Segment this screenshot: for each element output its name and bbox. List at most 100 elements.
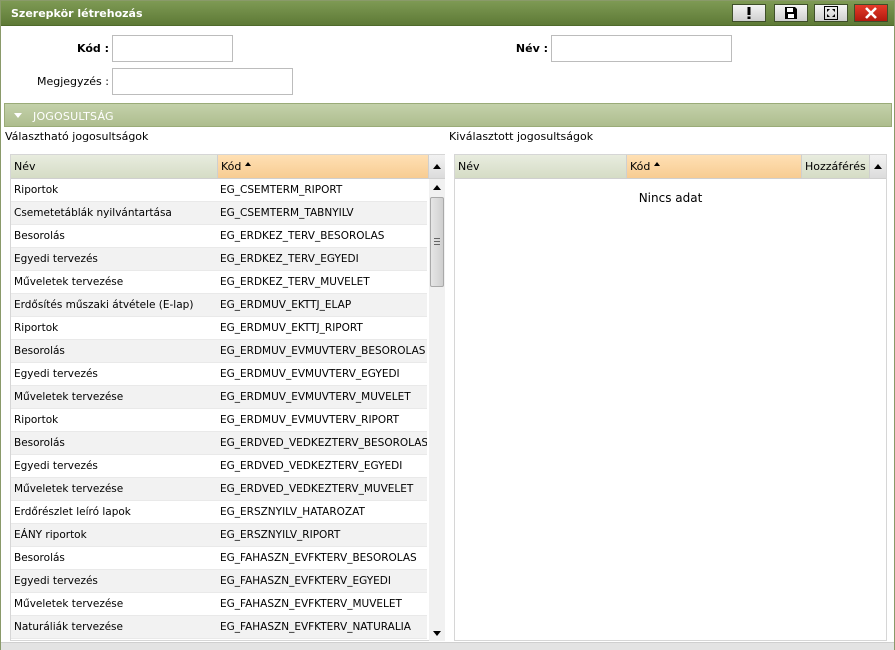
cell-kod: EG_FAHASZN_EVFKTERV_MUVELET bbox=[220, 598, 402, 610]
column-header-kod[interactable]: Kód bbox=[218, 155, 429, 179]
table-row[interactable]: Naturáliák tervezése EG_FAHASZN_EVFKTERV_… bbox=[11, 616, 427, 639]
cell-kod: EG_FAHASZN_EVFKTERV_EGYEDI bbox=[220, 575, 391, 587]
kod-input[interactable] bbox=[112, 35, 233, 62]
table-row[interactable]: Egyedi tervezés EG_ERDMUV_EVMUVTERV_EGYED… bbox=[11, 363, 427, 386]
table-row[interactable]: Műveletek tervezése EG_FAHASZN_EVFKTERV_M… bbox=[11, 593, 427, 616]
scroll-up-icon bbox=[433, 164, 441, 169]
table-row[interactable]: Erdőrészlet leíró lapok EG_ERSZNYILV_HATA… bbox=[11, 501, 427, 524]
scroll-up-icon bbox=[874, 164, 882, 169]
cell-kod: EG_CSEMTERM_RIPORT bbox=[220, 184, 343, 196]
table-row[interactable]: Besorolás EG_FAHASZN_EVFKTERV_BESOROLAS bbox=[11, 547, 427, 570]
cell-nev: Műveletek tervezése bbox=[14, 276, 124, 288]
table-row[interactable]: Besorolás EG_ERDKEZ_TERV_BESOROLAS bbox=[11, 225, 427, 248]
cell-kod: EG_FAHASZN_EVFKTERV_NATURALIA bbox=[220, 621, 411, 633]
cell-kod: EG_ERDVED_VEDKEZTERV_EGYEDI bbox=[220, 460, 403, 472]
cell-kod: EG_ERDMUV_EKTTJ_ELAP bbox=[220, 299, 352, 311]
cell-kod: EG_CSEMTERM_TABNYILV bbox=[220, 207, 354, 219]
cell-nev: Csemetetáblák nyilvántartása bbox=[14, 207, 172, 219]
cell-kod: EG_FAHASZN_EVFKTERV_BESOROLAS bbox=[220, 552, 417, 564]
column-header-label: Név bbox=[458, 160, 480, 173]
available-grid-scrollbar[interactable] bbox=[429, 179, 445, 641]
window-title: Szerepkör létrehozás bbox=[11, 7, 143, 20]
jogosultsag-section-header[interactable]: JOGOSULTSÁG bbox=[4, 103, 892, 127]
horizontal-scrollbar-track bbox=[1, 642, 894, 650]
cell-nev: Egyedi tervezés bbox=[14, 575, 98, 587]
cell-nev: Besorolás bbox=[14, 552, 65, 564]
cell-kod: EG_ERDMUV_EVMUVTERV_BESOROLAS bbox=[220, 345, 426, 357]
maximize-button[interactable] bbox=[814, 4, 848, 22]
available-grid-rows: Riportok EG_CSEMTERM_RIPORT Csemetetáblák … bbox=[11, 179, 427, 639]
column-header-label: Hozzáférés bbox=[805, 160, 866, 173]
role-form: Kód : Név : Megjegyzés : bbox=[1, 27, 894, 101]
collapse-triangle-icon bbox=[14, 113, 22, 118]
nev-label: Név : bbox=[515, 42, 548, 55]
table-row[interactable]: Egyedi tervezés EG_ERDVED_VEDKEZTERV_EGYE… bbox=[11, 455, 427, 478]
nev-input[interactable] bbox=[551, 35, 732, 62]
cell-kod: EG_ERSZNYILV_RIPORT bbox=[220, 529, 341, 541]
cell-nev: Műveletek tervezése bbox=[14, 483, 124, 495]
megjegyzes-label: Megjegyzés : bbox=[36, 75, 109, 88]
column-header-nev[interactable]: Név bbox=[455, 155, 627, 179]
close-icon bbox=[865, 7, 877, 19]
cell-nev: Egyedi tervezés bbox=[14, 253, 98, 265]
table-row[interactable]: Besorolás EG_ERDMUV_EVMUVTERV_BESOROLAS bbox=[11, 340, 427, 363]
cell-nev: Egyedi tervezés bbox=[14, 460, 98, 472]
save-icon bbox=[785, 7, 797, 19]
available-permissions-label: Választható jogosultságok bbox=[5, 130, 149, 143]
dialog-window: Szerepkör létrehozás Kód : Név : Megjegy… bbox=[0, 0, 895, 650]
header-scroll-cap[interactable] bbox=[870, 155, 886, 179]
cell-kod: EG_ERDKEZ_TERV_EGYEDI bbox=[220, 253, 359, 265]
table-row[interactable]: Besorolás EG_ERDVED_VEDKEZTERV_BESOROLAS bbox=[11, 432, 427, 455]
selected-grid-header: Név Kód Hozzáférés bbox=[455, 155, 886, 179]
alert-button[interactable] bbox=[732, 4, 766, 22]
cell-nev: Műveletek tervezése bbox=[14, 598, 124, 610]
available-grid-header: Név Kód bbox=[11, 155, 445, 179]
megjegyzes-input[interactable] bbox=[112, 68, 293, 95]
kod-label: Kód : bbox=[77, 42, 109, 55]
save-button[interactable] bbox=[774, 4, 808, 22]
column-header-kod[interactable]: Kód bbox=[627, 155, 802, 179]
table-row[interactable]: Műveletek tervezése EG_ERDVED_VEDKEZTERV_… bbox=[11, 478, 427, 501]
table-row[interactable]: Műveletek tervezése EG_ERDKEZ_TERV_MUVELE… bbox=[11, 271, 427, 294]
cell-nev: Besorolás bbox=[14, 437, 65, 449]
scroll-down-button[interactable] bbox=[429, 625, 445, 641]
grip-icon bbox=[434, 238, 440, 245]
available-permissions-grid: Név Kód Riportok EG_CSEMTERM_RIPORT Csemet… bbox=[10, 154, 445, 641]
close-button[interactable] bbox=[854, 4, 888, 22]
cell-nev: Műveletek tervezése bbox=[14, 391, 124, 403]
column-header-nev[interactable]: Név bbox=[11, 155, 218, 179]
cell-nev: Erdőrészlet leíró lapok bbox=[14, 506, 131, 518]
selected-permissions-grid: Név Kód Hozzáférés Nincs adat bbox=[454, 154, 887, 641]
scrollbar-thumb[interactable] bbox=[430, 197, 444, 287]
header-scroll-cap[interactable] bbox=[429, 155, 445, 179]
alert-icon bbox=[747, 7, 751, 19]
cell-kod: EG_ERDKEZ_TERV_MUVELET bbox=[220, 276, 370, 288]
cell-kod: EG_ERDVED_VEDKEZTERV_MUVELET bbox=[220, 483, 414, 495]
table-row[interactable]: Műveletek tervezése EG_ERDMUV_EVMUVTERV_M… bbox=[11, 386, 427, 409]
column-header-hozzaferes[interactable]: Hozzáférés bbox=[802, 155, 870, 179]
empty-grid-message: Nincs adat bbox=[638, 191, 703, 205]
cell-nev: Besorolás bbox=[14, 345, 65, 357]
cell-nev: Erdősítés műszaki átvétele (E-lap) bbox=[14, 299, 194, 311]
scroll-up-button[interactable] bbox=[429, 179, 445, 195]
cell-nev: Riportok bbox=[14, 184, 59, 196]
cell-kod: EG_ERDMUV_EVMUVTERV_RIPORT bbox=[220, 414, 400, 426]
table-row[interactable]: Egyedi tervezés EG_FAHASZN_EVFKTERV_EGYED… bbox=[11, 570, 427, 593]
table-row[interactable]: Riportok EG_ERDMUV_EKTTJ_RIPORT bbox=[11, 317, 427, 340]
cell-kod: EG_ERDVED_VEDKEZTERV_BESOROLAS bbox=[220, 437, 427, 449]
table-row[interactable]: Riportok EG_ERDMUV_EVMUVTERV_RIPORT bbox=[11, 409, 427, 432]
cell-nev: EÁNY riportok bbox=[14, 529, 87, 541]
sort-ascending-icon bbox=[654, 162, 661, 166]
cell-kod: EG_ERDMUV_EVMUVTERV_EGYEDI bbox=[220, 368, 400, 380]
cell-kod: EG_ERDMUV_EVMUVTERV_MUVELET bbox=[220, 391, 411, 403]
table-row[interactable]: EÁNY riportok EG_ERSZNYILV_RIPORT bbox=[11, 524, 427, 547]
cell-nev: Egyedi tervezés bbox=[14, 368, 98, 380]
table-row[interactable]: Egyedi tervezés EG_ERDKEZ_TERV_EGYEDI bbox=[11, 248, 427, 271]
table-row[interactable]: Csemetetáblák nyilvántartása EG_CSEMTERM_… bbox=[11, 202, 427, 225]
column-header-label: Név bbox=[14, 160, 36, 173]
selected-permissions-label: Kiválasztott jogosultságok bbox=[449, 130, 594, 143]
cell-nev: Riportok bbox=[14, 414, 59, 426]
sort-ascending-icon bbox=[245, 162, 252, 166]
table-row[interactable]: Riportok EG_CSEMTERM_RIPORT bbox=[11, 179, 427, 202]
table-row[interactable]: Erdősítés műszaki átvétele (E-lap) EG_ERD… bbox=[11, 294, 427, 317]
